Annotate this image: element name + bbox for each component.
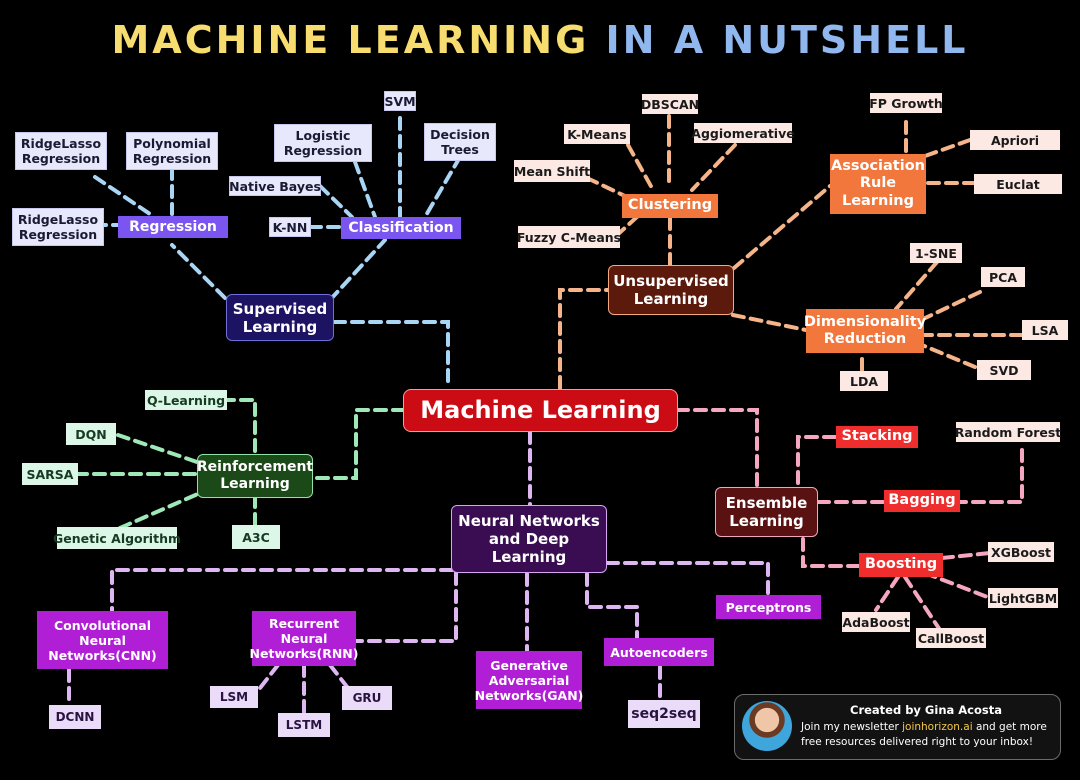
reinforcement-leaf-sarsa[interactable]: SARSA bbox=[22, 463, 78, 485]
supervised-learning-node[interactable]: Supervised Learning bbox=[226, 294, 334, 341]
rnn-leaf-lsm[interactable]: LSM bbox=[210, 686, 258, 708]
credit-text-line1: Join my newsletter joinhorizon.ai and ge… bbox=[801, 721, 1059, 733]
clustering-node[interactable]: Clustering bbox=[622, 194, 718, 218]
clustering-leaf-agglomerative[interactable]: Aggiomerative bbox=[691, 123, 795, 143]
classification-leaf-knn[interactable]: K-NN bbox=[269, 217, 311, 237]
classification-leaf-logistic[interactable]: Logistic Regression bbox=[274, 124, 372, 162]
dimensionality-leaf-1sne[interactable]: 1-SNE bbox=[910, 243, 962, 263]
reinforcement-leaf-genetic-algorithm[interactable]: Genetic Algorithm bbox=[53, 527, 181, 549]
credit-title: Created by Gina Acosta bbox=[850, 703, 1002, 717]
credit-text-suffix: and get more bbox=[972, 721, 1047, 733]
autoencoders-node[interactable]: Autoencoders bbox=[604, 638, 714, 666]
unsupervised-learning-node[interactable]: Unsupervised Learning bbox=[608, 265, 734, 315]
association-leaf-fp-growth[interactable]: FP Growth bbox=[869, 93, 943, 113]
classification-leaf-decision-trees[interactable]: Decision Trees bbox=[424, 123, 496, 161]
credit-card: Created by Gina Acosta Join my newslette… bbox=[734, 694, 1061, 760]
dimensionality-leaf-lda[interactable]: LDA bbox=[840, 371, 888, 391]
classification-leaf-native-bayes[interactable]: Native Bayes bbox=[229, 176, 321, 196]
clustering-leaf-dbscan[interactable]: DBSCAN bbox=[641, 94, 699, 114]
rnn-leaf-gru[interactable]: GRU bbox=[342, 686, 392, 710]
neural-networks-node[interactable]: Neural Networks and Deep Learning bbox=[451, 505, 607, 573]
boosting-leaf-adaboost[interactable]: AdaBoost bbox=[842, 612, 910, 632]
boosting-leaf-xgboost[interactable]: XGBoost bbox=[988, 542, 1054, 562]
ensemble-learning-node[interactable]: Ensemble Learning bbox=[715, 487, 818, 537]
avatar bbox=[742, 701, 792, 751]
reinforcement-leaf-q-learning[interactable]: Q-Learning bbox=[145, 390, 227, 410]
autoencoders-leaf-seq2seq[interactable]: seq2seq bbox=[628, 700, 700, 728]
regression-leaf-2[interactable]: Polynomial Regression bbox=[126, 132, 218, 170]
cnn-leaf-dcnn[interactable]: DCNN bbox=[49, 705, 101, 729]
association-leaf-euclat[interactable]: Euclat bbox=[974, 174, 1062, 194]
association-rule-learning-node[interactable]: Association Rule Learning bbox=[830, 154, 926, 214]
clustering-leaf-fuzzy-c-means[interactable]: Fuzzy C-Means bbox=[517, 226, 621, 248]
classification-leaf-svm[interactable]: SVM bbox=[384, 91, 416, 111]
boosting-leaf-lightgbm[interactable]: LightGBM bbox=[988, 588, 1058, 608]
stacking-node[interactable]: Stacking bbox=[836, 426, 918, 448]
regression-leaf-1[interactable]: RidgeLasso Regression bbox=[15, 132, 107, 170]
rnn-node[interactable]: Recurrent Neural Networks(RNN) bbox=[250, 611, 358, 666]
dimensionality-leaf-pca[interactable]: PCA bbox=[981, 267, 1025, 287]
machine-learning-node[interactable]: Machine Learning bbox=[403, 389, 678, 432]
association-leaf-apriori[interactable]: Apriori bbox=[970, 130, 1060, 150]
reinforcement-leaf-a3c[interactable]: A3C bbox=[232, 525, 280, 549]
dimensionality-leaf-svd[interactable]: SVD bbox=[977, 360, 1031, 380]
newsletter-link[interactable]: joinhorizon.ai bbox=[902, 721, 973, 733]
credit-text-prefix: Join my newsletter bbox=[801, 721, 903, 733]
dimensionality-leaf-lsa[interactable]: LSA bbox=[1022, 320, 1068, 340]
boosting-node[interactable]: Boosting bbox=[859, 553, 943, 577]
classification-node[interactable]: Classification bbox=[341, 217, 461, 239]
cnn-node[interactable]: Convolutional Neural Networks(CNN) bbox=[37, 611, 168, 669]
reinforcement-leaf-dqn[interactable]: DQN bbox=[66, 423, 116, 445]
regression-leaf-3[interactable]: RidgeLasso Regression bbox=[12, 208, 104, 246]
clustering-leaf-kmeans[interactable]: K-Means bbox=[564, 124, 630, 144]
credit-text-line2: free resources delivered right to your i… bbox=[801, 736, 1034, 748]
gan-node[interactable]: Generative Adversarial Networks(GAN) bbox=[475, 651, 583, 709]
bagging-leaf-random-forest[interactable]: Random Forest bbox=[955, 422, 1061, 442]
perceptrons-node[interactable]: Perceptrons bbox=[716, 595, 821, 619]
reinforcement-learning-node[interactable]: Reinforcement Learning bbox=[197, 454, 313, 498]
dimensionality-reduction-node[interactable]: Dimensionality Reduction bbox=[804, 309, 926, 353]
clustering-leaf-mean-shift[interactable]: Mean Shift bbox=[514, 160, 590, 182]
bagging-node[interactable]: Bagging bbox=[884, 490, 960, 512]
regression-node[interactable]: Regression bbox=[118, 216, 228, 238]
boosting-leaf-callboost[interactable]: CallBoost bbox=[916, 628, 986, 648]
rnn-leaf-lstm[interactable]: LSTM bbox=[278, 713, 330, 737]
